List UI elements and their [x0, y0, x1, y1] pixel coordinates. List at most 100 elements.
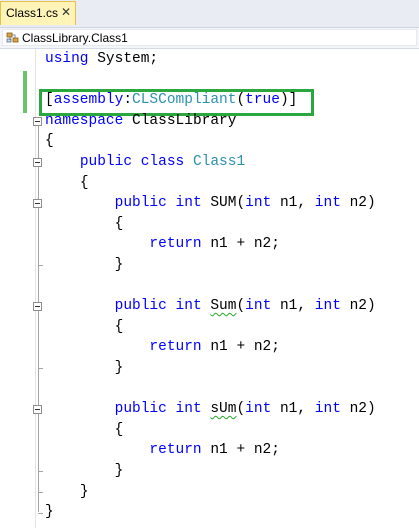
tab-class1-cs[interactable]: Class1.cs ✕: [0, 1, 76, 25]
code-token: }: [79, 483, 89, 500]
outline-end: [38, 512, 43, 514]
code-line: return n1 + n2;: [45, 234, 280, 254]
code-line: }: [45, 255, 124, 275]
navigation-bar: ClassLibrary.Class1: [0, 28, 419, 49]
code-token: n1,: [271, 401, 315, 418]
code-keyword: assembly: [53, 92, 124, 109]
document-tab-strip: Class1.cs ✕: [0, 0, 419, 28]
tab-label: Class1.cs: [6, 6, 59, 20]
code-token: n2): [340, 298, 376, 315]
code-keyword: int: [175, 401, 202, 418]
code-token: (: [236, 92, 246, 109]
code-token: :: [123, 92, 133, 109]
collapse-toggle-icon[interactable]: [33, 405, 42, 414]
code-line: {: [45, 173, 89, 193]
code-token: (: [236, 401, 246, 418]
code-line: public int Sum(int n1, int n2): [45, 296, 376, 316]
outline-end: [38, 471, 43, 473]
code-keyword: return: [149, 339, 202, 356]
type-dropdown[interactable]: ClassLibrary.Class1: [2, 29, 417, 46]
code-token: ClassLibrary: [123, 112, 237, 129]
close-icon[interactable]: ✕: [59, 5, 73, 19]
code-token: System;: [88, 51, 159, 67]
code-line: }: [45, 502, 54, 522]
code-keyword: int: [245, 401, 272, 418]
code-token: n2): [340, 195, 376, 212]
collapse-toggle-icon[interactable]: [33, 199, 42, 208]
code-editor[interactable]: using System; [assembly:CLSCompliant(true…: [0, 49, 419, 528]
code-token: }: [114, 257, 124, 273]
code-line: }: [45, 461, 124, 481]
code-line: return n1 + n2;: [45, 337, 280, 357]
code-line: {: [45, 214, 124, 234]
code-line: using System;: [45, 49, 158, 69]
code-token: n1,: [271, 298, 315, 315]
code-type-name: Class1: [192, 154, 246, 170]
code-token: n1 + n2;: [201, 442, 280, 459]
code-keyword: int: [245, 298, 272, 315]
collapse-toggle-icon[interactable]: [33, 116, 42, 126]
outline-end: [38, 491, 43, 493]
code-line: [assembly:CLSCompliant(true)]: [45, 90, 297, 110]
type-dropdown-label: ClassLibrary.Class1: [22, 31, 128, 45]
code-line: public int SUM(int n1, int n2): [45, 193, 376, 213]
code-keyword: true: [245, 92, 280, 109]
code-token: n1,: [271, 195, 315, 212]
code-line: namespace ClassLibrary: [45, 111, 236, 131]
code-line: public int sUm(int n1, int n2): [45, 399, 376, 419]
code-keyword: return: [149, 236, 202, 253]
code-line: {: [45, 420, 124, 440]
code-token: SUM(: [201, 195, 246, 212]
code-token: }: [114, 360, 124, 376]
code-token: [: [45, 92, 54, 109]
code-keyword: public: [79, 154, 133, 170]
code-keyword: int: [175, 298, 202, 315]
code-token: }: [45, 504, 54, 521]
code-token: }: [114, 463, 124, 479]
code-token: {: [114, 215, 124, 232]
outline-end: [38, 368, 43, 370]
code-line: }: [45, 482, 89, 502]
code-token: n1 + n2;: [201, 236, 280, 253]
code-keyword: return: [149, 442, 202, 459]
code-keyword: public: [114, 195, 167, 212]
code-token: {: [114, 318, 124, 335]
code-keyword: using: [45, 51, 89, 67]
code-keyword: namespace: [45, 112, 124, 129]
code-line: public class Class1: [45, 152, 245, 172]
code-token: n2): [340, 401, 376, 418]
collapse-toggle-icon[interactable]: [33, 157, 42, 167]
outline-guide: [38, 121, 39, 513]
code-keyword: int: [314, 195, 341, 212]
code-warning-identifier: Sum: [210, 298, 237, 315]
code-line: }: [45, 358, 124, 378]
code-line: {: [45, 131, 54, 151]
code-keyword: int: [175, 195, 202, 212]
code-keyword: int: [245, 195, 272, 212]
code-token: (: [236, 298, 246, 315]
collapse-toggle-icon[interactable]: [33, 302, 42, 311]
code-token: {: [79, 174, 89, 191]
code-line: {: [45, 317, 124, 337]
code-token: )]: [279, 92, 298, 109]
code-keyword: public: [114, 401, 167, 418]
code-type-name: CLSCompliant: [132, 92, 237, 109]
